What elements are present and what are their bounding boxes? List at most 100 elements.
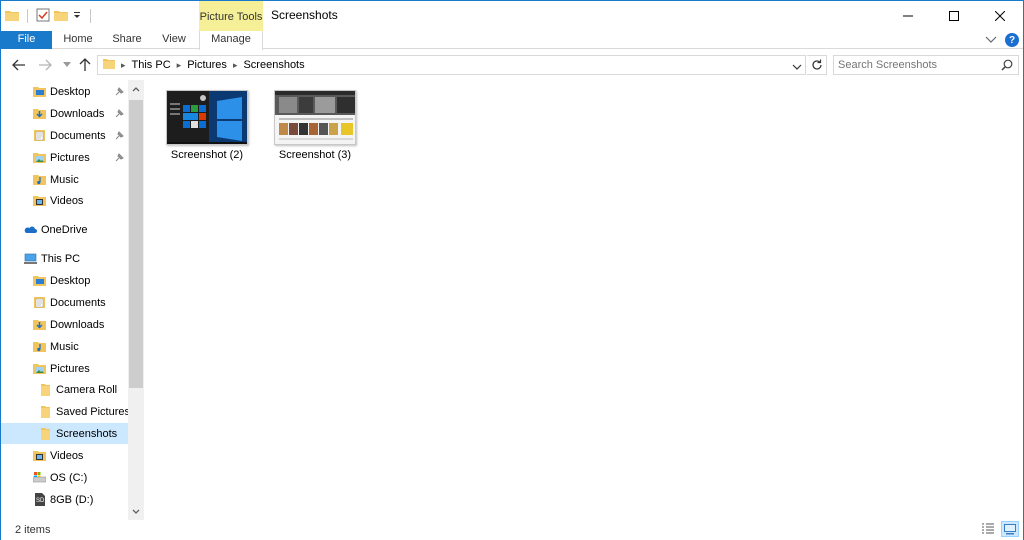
window-controls [885,1,1023,31]
close-icon [995,11,1005,21]
nav-item-pc-music[interactable]: Music [1,336,128,357]
file-name: Screenshot (3) [278,149,352,161]
nav-item-pc-documents[interactable]: Documents [1,292,128,313]
up-arrow-icon [79,58,91,71]
nav-item-label: Pictures [50,151,90,164]
pictures-folder-icon [33,153,46,163]
help-icon[interactable]: ? [1005,33,1019,47]
minimize-icon [903,15,913,17]
pictures-folder-icon [33,364,46,374]
minimize-button[interactable] [885,1,931,31]
pin-icon[interactable] [115,87,124,96]
nav-item-downloads[interactable]: Downloads [1,103,128,124]
properties-icon[interactable] [36,8,50,25]
tab-home[interactable]: Home [53,31,103,49]
folder-icon [41,384,50,396]
new-folder-icon[interactable] [54,9,68,24]
nav-item-label: Screenshots [56,427,118,440]
folder-icon[interactable] [5,9,19,24]
downloads-folder-icon [33,320,46,330]
nav-scrollbar-thumb[interactable] [129,100,143,388]
file-item[interactable]: Screenshot (2) [162,90,252,170]
nav-item-drive-c[interactable]: OS (C:) [1,467,128,488]
search-input[interactable] [838,58,988,72]
nav-item-saved-pictures[interactable]: Saved Pictures [1,401,130,422]
nav-item-label: Desktop [50,274,91,287]
expand-ribbon-icon[interactable] [985,33,997,47]
search-box[interactable] [833,55,1019,75]
nav-item-pictures[interactable]: Pictures [1,147,128,168]
music-folder-icon [33,175,46,185]
nav-item-pc-pictures[interactable]: Pictures [1,358,128,379]
pin-icon[interactable] [115,131,124,140]
up-button[interactable] [77,57,93,73]
back-arrow-icon [12,59,25,71]
customize-toolbar-icon[interactable] [72,9,82,23]
nav-item-pc-desktop[interactable]: Desktop [1,270,128,291]
qat-separator [27,9,28,23]
documents-folder-icon [34,130,45,141]
svg-text:SD: SD [36,498,45,504]
file-list-pane[interactable]: Screenshot (2) Screenshot (3) [144,80,1023,520]
nav-item-pc-videos[interactable]: Videos [1,445,128,466]
nav-item-label: 8GB (D:) [50,493,94,506]
nav-scrollbar[interactable] [128,80,144,520]
large-icons-view-button[interactable] [1001,521,1019,537]
address-dropdown-icon[interactable] [792,60,802,74]
refresh-button[interactable] [807,55,827,75]
address-bar[interactable]: ▸ This PC ▸ Pictures ▸ Screenshots [97,55,806,75]
nav-item-onedrive[interactable]: OneDrive [1,219,128,240]
refresh-icon [811,59,822,70]
maximize-icon [949,11,959,21]
videos-folder-icon [33,196,46,206]
nav-item-label: This PC [41,252,81,265]
ribbon-tab-bar: File Home Share View Manage ? [1,31,1023,50]
nav-item-music[interactable]: Music [1,169,128,190]
breadcrumb-this-pc[interactable]: This PC [132,59,171,71]
tab-file[interactable]: File [1,31,52,49]
nav-item-label: Camera Roll [56,383,118,396]
pin-icon[interactable] [115,109,124,118]
nav-item-this-pc[interactable]: This PC [1,248,128,269]
folder-icon [103,58,115,72]
recent-locations-button[interactable] [59,57,75,73]
tab-view[interactable]: View [151,31,197,49]
breadcrumb-screenshots[interactable]: Screenshots [243,59,304,71]
nav-item-pc-downloads[interactable]: Downloads [1,314,128,335]
details-view-button[interactable] [979,521,997,537]
nav-item-label: Documents [50,129,106,142]
this-pc-icon [24,253,37,264]
tab-manage[interactable]: Manage [199,31,263,50]
nav-item-camera-roll[interactable]: Camera Roll [1,379,128,400]
file-item[interactable]: Screenshot (3) [270,90,360,170]
pin-icon[interactable] [115,153,124,162]
folder-icon [41,406,50,418]
nav-item-screenshots[interactable]: Screenshots [1,423,128,444]
nav-item-documents[interactable]: Documents [1,125,128,146]
scroll-down-icon[interactable] [131,506,141,516]
nav-item-drive-d[interactable]: SD 8GB (D:) [1,489,128,510]
desktop-folder-icon [33,87,46,97]
downloads-folder-icon [33,109,46,119]
breadcrumb-pictures[interactable]: Pictures [187,59,227,71]
item-count: 2 items [15,524,51,536]
nav-item-videos[interactable]: Videos [1,190,128,211]
back-button[interactable] [11,57,27,73]
search-icon[interactable] [1001,59,1013,74]
breadcrumb-separator-icon: ▸ [232,59,238,70]
scroll-up-icon[interactable] [131,84,141,94]
nav-item-label: Saved Pictures [56,405,130,418]
videos-folder-icon [33,451,46,461]
chevron-down-icon [63,62,71,67]
details-view-icon [982,523,994,534]
picture-tools-header: Picture Tools [199,1,263,32]
address-row: ▸ This PC ▸ Pictures ▸ Screenshots [1,50,1023,80]
breadcrumb-separator-icon: ▸ [121,59,126,70]
forward-button[interactable] [37,57,53,73]
tab-share[interactable]: Share [103,31,151,49]
nav-item-desktop[interactable]: Desktop [1,81,128,102]
close-button[interactable] [977,1,1023,31]
media-app-thumbnail [274,90,356,145]
maximize-button[interactable] [931,1,977,31]
file-name: Screenshot (2) [170,149,244,161]
